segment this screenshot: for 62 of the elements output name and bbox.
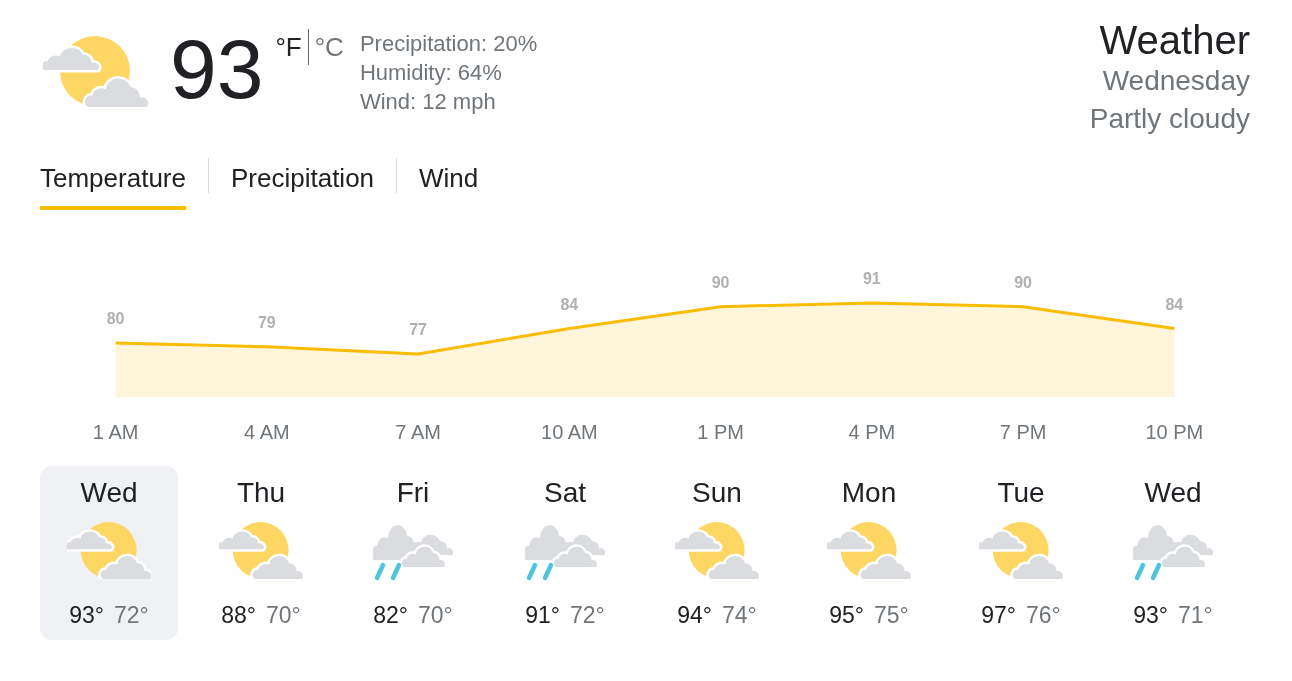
time-label: 1 PM [697,421,744,443]
data-label: 90 [711,273,730,291]
low-temperature: 71° [1178,602,1213,628]
high-temperature: 97° [981,602,1016,628]
low-temperature: 74° [722,602,757,628]
day-name: Thu [236,477,286,509]
data-label: 84 [1165,295,1184,313]
rain-cloud-icon [373,522,453,582]
data-label: 90 [1014,273,1032,291]
day-name: Fri [396,477,430,509]
day-card[interactable]: Wed 93° 72° [40,466,178,640]
unit-toggle[interactable]: °C [312,30,346,64]
time-label: 7 AM [395,421,441,443]
day-name: Wed [1144,477,1202,509]
data-label: 79 [258,313,276,331]
widget-title: Weather [1099,18,1250,62]
sun-cloud-icon [827,522,911,579]
high-temperature: 82° [373,602,408,628]
data-label: 84 [560,295,579,313]
time-label: 4 PM [848,421,896,443]
day-name: Tue [997,477,1045,509]
day-name: Sun [692,477,742,509]
day-name: Sat [544,477,586,509]
high-temperature: 93° [69,602,104,628]
condition-label: Partly cloudy [1089,102,1250,136]
weather-detail: Precipitation: 20% [359,30,538,58]
data-label: 77 [409,321,427,338]
time-label: 10 PM [1145,421,1204,443]
low-temperature: 72° [570,602,605,628]
weather-detail: Wind: 12 mph [359,88,497,116]
high-temperature: 95° [829,602,864,628]
time-label: 7 PM [999,421,1047,443]
time-label: 10 AM [541,421,598,443]
data-label: 80 [106,310,125,328]
sun-cloud-icon [219,522,303,579]
low-temperature: 76° [1026,602,1061,628]
sun-cloud-icon [979,522,1063,579]
high-temperature: 94° [677,602,712,628]
rain-cloud-icon [1133,522,1213,582]
low-temperature: 70° [418,602,453,628]
tab[interactable]: Wind [419,163,479,210]
day-name: Wed [80,477,138,509]
rain-cloud-icon [525,522,605,582]
high-temperature: 88° [221,602,256,628]
current-temperature: 93 [170,27,264,111]
high-temperature: 93° [1133,602,1168,628]
time-label: 4 AM [244,421,290,443]
unit-toggle[interactable]: °F [273,30,304,64]
tab[interactable]: Temperature [40,163,186,210]
low-temperature: 72° [114,602,149,628]
day-label: Wednesday [1102,64,1250,98]
weather-detail: Humidity: 64% [359,59,503,87]
low-temperature: 70° [266,602,301,628]
tab[interactable]: Precipitation [230,163,375,210]
sun-cloud-icon [67,522,151,579]
high-temperature: 91° [525,602,560,628]
low-temperature: 75° [874,602,909,628]
day-name: Mon [841,477,897,509]
sun-cloud-icon [675,522,759,579]
time-label: 1 AM [92,421,139,443]
sun-cloud-icon [43,36,148,107]
data-label: 91 [863,270,881,287]
